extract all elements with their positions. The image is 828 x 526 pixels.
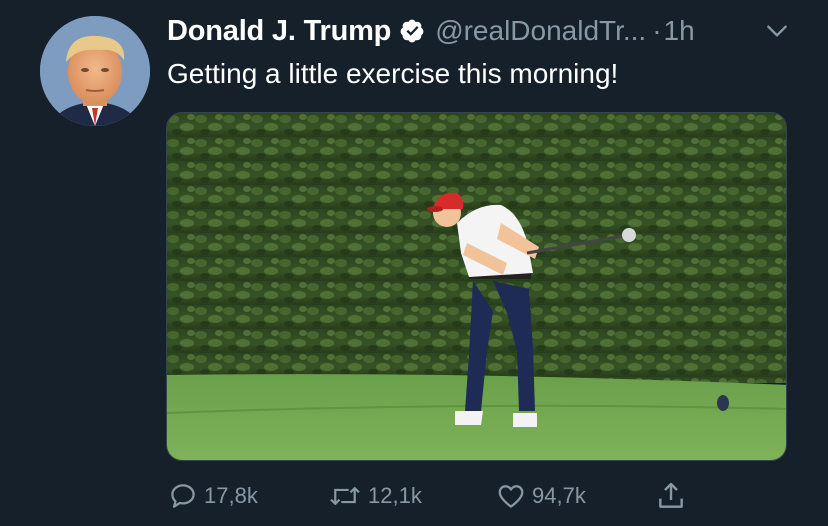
heart-icon [498, 485, 524, 508]
tweet-text: Getting a little exercise this morning! [167, 58, 619, 89]
share-button[interactable] [655, 478, 693, 514]
retweet-count: 12,1k [368, 483, 422, 508]
like-button[interactable]: 94,7k [496, 478, 586, 514]
author-handle[interactable]: @realDonaldTr... [435, 15, 646, 47]
author-name[interactable]: Donald J. Trump [167, 15, 391, 48]
tweet-card[interactable]: Donald J. Trump @realDonaldTr... · 1h Ge… [0, 0, 828, 526]
tweet-photo[interactable] [166, 112, 787, 461]
like-count: 94,7k [532, 483, 586, 508]
reply-button[interactable]: 17,8k [168, 478, 258, 514]
verified-badge-icon [400, 19, 424, 43]
avatar[interactable] [40, 16, 150, 126]
reply-icon [171, 484, 195, 508]
chevron-down-icon[interactable] [764, 18, 790, 44]
action-bar: 17,8k 12,1k 94,7k [0, 478, 828, 514]
reply-count: 17,8k [204, 483, 258, 508]
retweet-icon [330, 487, 360, 505]
share-icon [659, 482, 683, 508]
tweet-timestamp[interactable]: 1h [664, 15, 695, 47]
separator-dot: · [652, 15, 662, 46]
tweet-header: Donald J. Trump @realDonaldTr... · 1h [167, 10, 695, 52]
retweet-button[interactable]: 12,1k [328, 478, 422, 514]
